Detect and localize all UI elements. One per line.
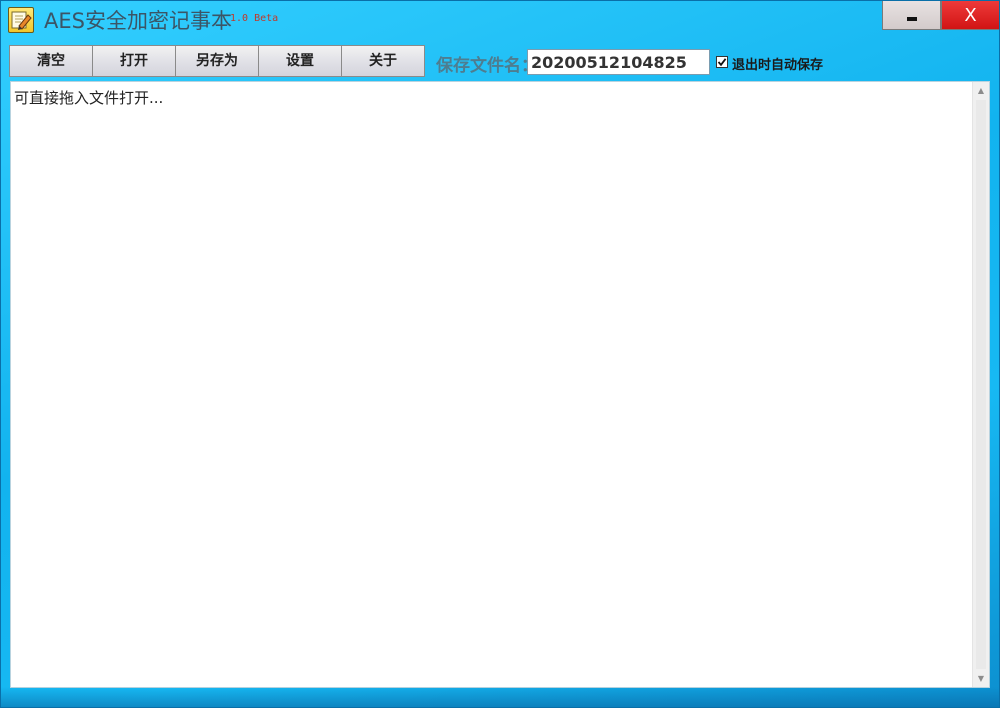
clear-button[interactable]: 清空 — [9, 45, 93, 77]
toolbar: 清空 打开 另存为 设置 关于 — [9, 45, 425, 77]
vertical-scrollbar[interactable]: ▲ ▼ — [972, 82, 989, 687]
autosave-checkbox[interactable] — [716, 56, 728, 68]
minimize-button[interactable] — [882, 1, 941, 30]
minimize-icon — [907, 17, 917, 21]
editor-content[interactable]: 可直接拖入文件打开... — [14, 87, 163, 108]
filename-label: 保存文件名： — [436, 56, 538, 76]
settings-button[interactable]: 设置 — [258, 45, 342, 77]
version-label: 1.0 Beta — [230, 13, 279, 24]
close-button[interactable]: X — [941, 1, 999, 30]
filename-input[interactable] — [527, 49, 710, 75]
checkmark-icon — [717, 58, 727, 67]
text-editor[interactable]: 可直接拖入文件打开... ▲ ▼ — [10, 81, 990, 688]
notepad-pencil-icon — [8, 7, 34, 33]
scroll-track[interactable] — [976, 100, 986, 669]
window-title: AES安全加密记事本 — [44, 9, 232, 33]
about-button[interactable]: 关于 — [341, 45, 425, 77]
autosave-label[interactable]: 退出时自动保存 — [732, 54, 823, 73]
scroll-up-icon[interactable]: ▲ — [973, 82, 989, 99]
save-as-button[interactable]: 另存为 — [175, 45, 259, 77]
open-button[interactable]: 打开 — [92, 45, 176, 77]
app-window: AES安全加密记事本 1.0 Beta X 清空 打开 另存为 设置 关于 保存… — [0, 0, 1000, 708]
scroll-down-icon[interactable]: ▼ — [973, 670, 989, 687]
